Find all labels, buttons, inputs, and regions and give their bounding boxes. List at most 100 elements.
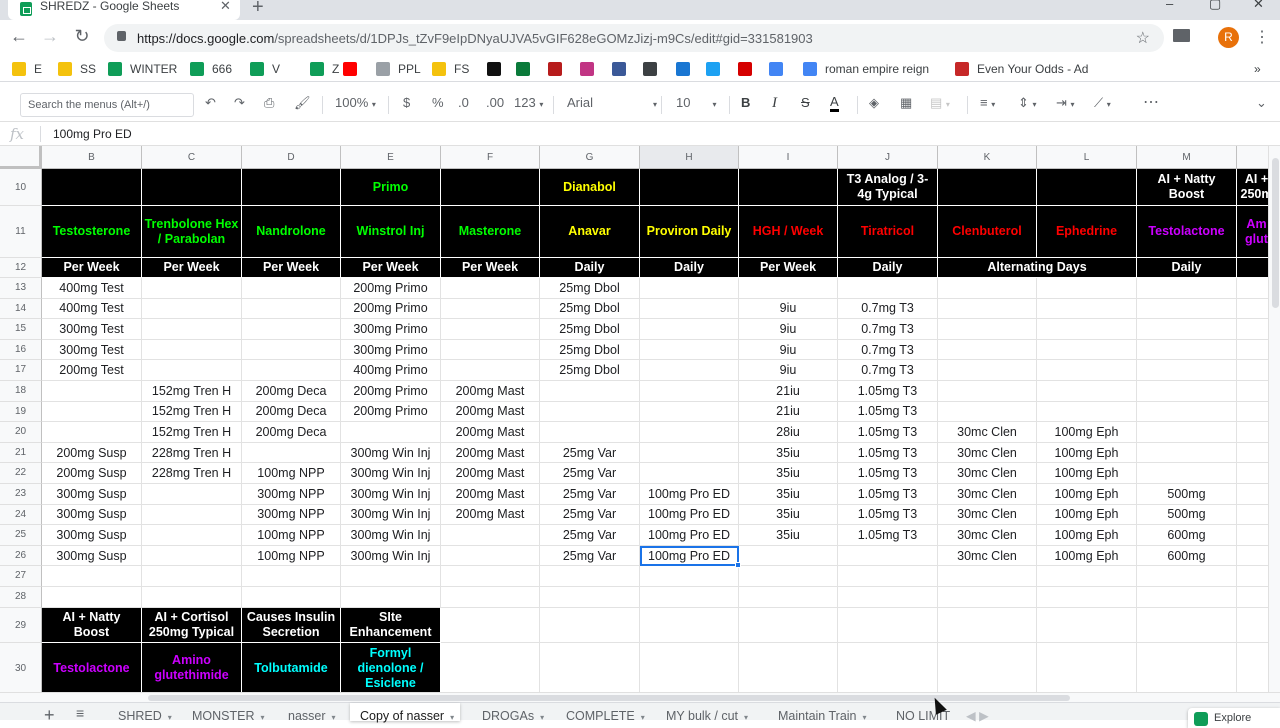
grid-cell[interactable] (42, 401, 142, 423)
grid-cell[interactable] (441, 298, 540, 320)
grid-cell[interactable]: 200mg Deca (242, 422, 341, 443)
grid-cell[interactable]: 300mg Susp (42, 525, 142, 546)
grid-cell[interactable]: 200mg Susp (42, 442, 142, 464)
header-cell[interactable]: Per Week (341, 258, 441, 278)
grid-cell[interactable]: 25mg Dbol (540, 278, 640, 299)
grid-cell[interactable]: 300mg NPP (242, 504, 341, 526)
grid-cell[interactable] (838, 545, 938, 567)
grid-cell[interactable] (42, 587, 142, 608)
grid-cell[interactable] (142, 587, 242, 608)
grid-cell[interactable]: 300mg Primo (341, 319, 441, 340)
grid-cell[interactable] (838, 642, 938, 692)
grid-cell[interactable]: 300mg Susp (42, 545, 142, 567)
grid-cell[interactable]: 300mg Win Inj (341, 484, 441, 505)
grid-cell[interactable]: 200mg Mast (441, 463, 540, 484)
grid-cell[interactable] (441, 587, 540, 608)
grid-cell[interactable] (1137, 442, 1237, 464)
translate-icon[interactable] (769, 62, 783, 76)
grid-cell[interactable]: 152mg Tren H (142, 381, 242, 402)
sheet-tab[interactable]: DROGAs ▾ (472, 703, 550, 723)
grid-cell[interactable]: 100mg Pro ED (640, 504, 739, 526)
header-cell[interactable]: Daily (540, 258, 640, 278)
grid-cell[interactable] (1137, 642, 1237, 692)
grid-cell[interactable]: 35iu (739, 504, 838, 526)
header-cell[interactable]: AI + Cortisol 250mg Typical (142, 607, 242, 643)
column-header[interactable]: J (838, 146, 938, 169)
grid-cell[interactable] (540, 642, 640, 692)
grid-cell[interactable] (838, 566, 938, 587)
bold-button[interactable]: B (741, 95, 750, 110)
grid-cell[interactable] (441, 566, 540, 587)
grid-cell[interactable]: 30mc Clen (938, 422, 1037, 443)
row-header[interactable]: 16 (0, 339, 42, 361)
grid-cell[interactable] (640, 607, 739, 643)
row-header[interactable]: 13 (0, 278, 42, 299)
grid-cell[interactable] (242, 360, 341, 381)
sheet-tab-menu-icon[interactable]: ▾ (863, 713, 867, 722)
grid-cell[interactable] (640, 298, 739, 320)
bookmark-item[interactable]: Z (332, 62, 339, 76)
site-icon[interactable] (738, 62, 752, 76)
grid-cell[interactable] (540, 587, 640, 608)
redo-icon[interactable]: ↷ (234, 95, 245, 111)
row-header[interactable]: 30 (0, 642, 42, 692)
grid-cell[interactable] (1137, 278, 1237, 299)
text-wrap-icon[interactable]: ⇥ ▾ (1056, 95, 1075, 111)
grid-cell[interactable] (1037, 298, 1137, 320)
grid-cell[interactable] (540, 401, 640, 423)
grid-cell[interactable] (838, 587, 938, 608)
grid-cell[interactable]: 400mg Test (42, 278, 142, 299)
grid-cell[interactable] (938, 587, 1037, 608)
grid-cell[interactable] (341, 422, 441, 443)
grid-cell[interactable] (938, 566, 1037, 587)
header-cell[interactable]: Proviron Daily (640, 206, 739, 258)
minimize-button[interactable]: – (1166, 0, 1173, 11)
grid-cell[interactable] (640, 587, 739, 608)
grid-cell[interactable]: 0.7mg T3 (838, 298, 938, 320)
bookmark-item[interactable]: 666 (212, 62, 232, 76)
grid-cell[interactable] (1037, 642, 1137, 692)
grid-cell[interactable] (938, 360, 1037, 381)
bookmark-item[interactable]: roman empire reign (825, 62, 929, 76)
strikethrough-button[interactable]: S (801, 95, 810, 110)
column-header[interactable]: D (242, 146, 341, 169)
grid-cell[interactable]: 300mg Win Inj (341, 463, 441, 484)
undo-icon[interactable]: ↶ (205, 95, 216, 111)
forward-arrow-icon[interactable]: → (38, 26, 62, 47)
row-header[interactable]: 17 (0, 360, 42, 381)
grid-cell[interactable] (1237, 360, 1268, 381)
sheet-tab[interactable]: NO LIMIT (886, 703, 956, 723)
grid-cell[interactable] (1137, 422, 1237, 443)
header-cell[interactable]: Tolbutamide (242, 642, 341, 692)
grid-cell[interactable]: 600mg (1137, 525, 1237, 546)
grid-cell[interactable]: 1.05mg T3 (838, 463, 938, 484)
active-cell[interactable]: 100mg Pro ED (640, 545, 739, 567)
grid-cell[interactable] (1237, 587, 1268, 608)
grid-cell[interactable] (640, 442, 739, 464)
header-cell[interactable]: HGH / Week (739, 206, 838, 258)
header-cell[interactable]: Am glut (1237, 206, 1268, 258)
grid-cell[interactable]: 200mg Susp (42, 463, 142, 484)
grid-cell[interactable] (42, 566, 142, 587)
grid-cell[interactable] (441, 339, 540, 361)
column-header[interactable]: C (142, 146, 242, 169)
grid-cell[interactable] (142, 319, 242, 340)
grid-cell[interactable] (142, 339, 242, 361)
header-cell[interactable]: AI + Natty Boost (1137, 169, 1237, 206)
grid-cell[interactable]: 30mc Clen (938, 442, 1037, 464)
header-cell[interactable]: Ephedrine (1037, 206, 1137, 258)
grid-cell[interactable] (540, 566, 640, 587)
sheet-tab[interactable]: Maintain Train ▾ (768, 703, 873, 723)
explore-button[interactable]: Explore (1188, 708, 1280, 728)
grid-cell[interactable] (1037, 587, 1137, 608)
sheet-tab-menu-icon[interactable]: ▾ (168, 713, 172, 722)
grid-cell[interactable]: 30mc Clen (938, 525, 1037, 546)
row-header[interactable]: 23 (0, 484, 42, 505)
grid-cell[interactable]: 9iu (739, 360, 838, 381)
grid-cell[interactable]: 200mg Mast (441, 484, 540, 505)
grid-cell[interactable] (341, 587, 441, 608)
sheet-tab-menu-icon[interactable]: ▾ (332, 713, 336, 722)
grid-cell[interactable] (1037, 278, 1137, 299)
grid-cell[interactable]: 200mg Primo (341, 278, 441, 299)
row-header[interactable]: 26 (0, 545, 42, 567)
